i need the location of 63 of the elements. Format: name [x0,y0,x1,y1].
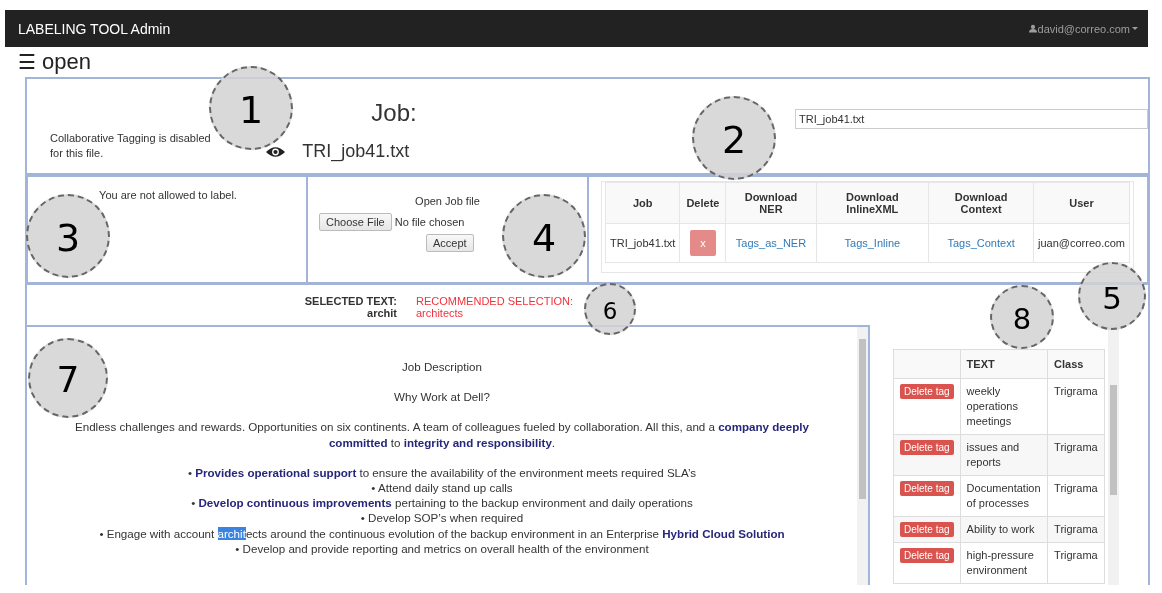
document-text: Why Work at Dell? [393,389,491,405]
table-cell: Trigrama [1047,542,1105,584]
menu-icon[interactable]: ☰ [18,50,36,74]
app-title[interactable]: LABELING TOOL Admin [18,20,171,37]
user-menu[interactable]: david@correo.com [1028,22,1138,35]
column-header: Download InlineXML [816,182,929,224]
job-filename: TRI_job41.txt [302,141,410,162]
table-cell: issues and reports [960,434,1048,476]
delete-tag-button[interactable]: Delete tag [900,384,954,399]
callout-marker: 5 [1078,262,1146,330]
delete-tag-button[interactable]: Delete tag [900,548,954,563]
column-header: Job [605,182,680,224]
file-status: No file chosen [394,216,465,228]
delete-job-button[interactable]: x [689,230,716,256]
recommended-label: RECOMMENDED SELECTION: [416,295,574,307]
delete-tag-button[interactable]: Delete tag [900,440,954,455]
download-link[interactable]: Tags_Context [947,237,1015,249]
document-text: • Develop SOP’s when required [359,510,525,526]
download-link[interactable]: Tags_Inline [844,237,901,249]
callout-marker: 7 [28,338,108,418]
callout-marker: 4 [502,194,586,278]
user-icon [1028,24,1037,33]
column-header: Delete [679,182,726,224]
eye-icon[interactable] [266,145,286,158]
table-cell: TRI_job41.txt [605,223,680,263]
table-cell: Ability to work [960,516,1048,543]
recommended-value: architects [416,307,465,319]
document-text: Endless challenges and rewards. Opportunities on six continents. A team of colleagues fueled by collaboration. All this, and a company deeply committed to integrity and responsibility. [73,419,811,450]
table-cell: Trigrama [1047,434,1105,476]
document-text: • Develop continuous improvements pertaining to the backup environment and daily operations [190,495,694,511]
selected-text-label: SELECTED TEXT: [303,295,397,307]
table-cell: juan@correo.com [1033,223,1130,263]
delete-tag-button[interactable]: Delete tag [900,481,954,496]
column-header: TEXT [960,349,1048,379]
open-file-title: Open Job file [414,195,481,207]
table-cell: weekly operations meetings [960,378,1048,435]
caret-icon [1132,27,1138,30]
document-text: • Attend daily stand up calls [370,480,514,496]
collab-note: Collaborative Tagging is disabled for this file. [50,131,212,161]
scrollbar[interactable] [857,327,868,585]
choose-file-button[interactable]: Choose File [319,213,392,231]
callout-marker: 6 [584,283,636,335]
document-text: • Provides operational support to ensure the availability of the environment meets required SLA’s [186,464,698,480]
column-header: User [1033,182,1130,224]
job-label: Job: [371,99,418,127]
permission-message: You are not allowed to label. [98,189,238,201]
table-cell: Trigrama [1047,378,1105,435]
column-header: Download NER [725,182,816,224]
page-title: open [42,49,91,75]
document-text: Job Description [401,359,483,375]
table-cell: high-pressure environment [960,542,1048,584]
column-header: Download Context [928,182,1034,224]
selected-text-value: archit [366,307,397,319]
table-cell: Trigrama [1047,475,1105,517]
table-cell: Documentation of processes [960,475,1048,517]
accept-button[interactable]: Accept [426,234,474,252]
callout-marker: 1 [209,66,293,150]
callout-marker: 2 [692,96,776,180]
job-name-field[interactable]: TRI_job41.txt [795,109,1148,129]
callout-marker: 8 [990,285,1054,349]
document-text: • Develop and provide reporting and metrics on overall health of the environment [234,540,650,557]
column-header: Class [1047,349,1105,379]
delete-tag-button[interactable]: Delete tag [900,522,954,537]
